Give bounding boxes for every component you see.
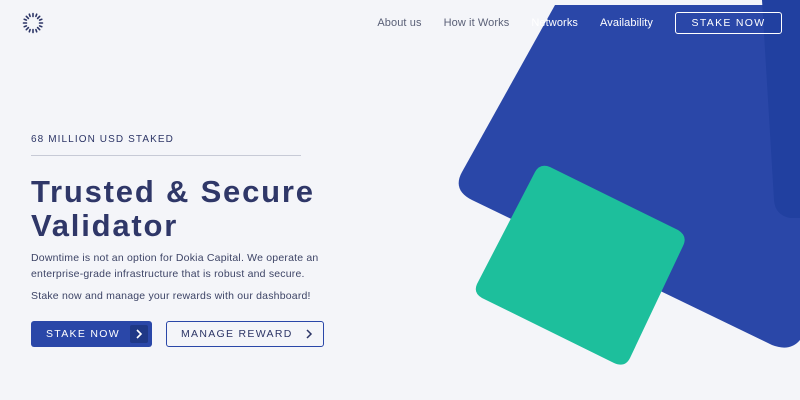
staked-amount-eyebrow: 68 MILLION USD STAKED	[31, 134, 174, 145]
nav-networks-link[interactable]: Networks	[531, 17, 578, 29]
landing-page: About us How it Works Networks Availabil…	[0, 0, 800, 400]
chevron-right-icon	[306, 329, 313, 339]
nav-how-it-works-link[interactable]: How it Works	[444, 17, 510, 29]
eyebrow-divider	[31, 155, 301, 156]
hero-description: Downtime is not an option for Dokia Capi…	[31, 252, 319, 280]
nav-about-link[interactable]: About us	[377, 17, 421, 29]
hero-title-line-2: Validator	[31, 208, 179, 243]
hero-subtext: Stake now and manage your rewards with o…	[31, 290, 311, 302]
main-nav: About us How it Works Networks Availabil…	[377, 12, 782, 34]
hero-title: Trusted & Secure Validator	[31, 175, 391, 243]
hero-title-line-1: Trusted & Secure	[31, 174, 315, 209]
sunburst-logo-icon[interactable]	[22, 12, 44, 34]
nav-availability-link[interactable]: Availability	[600, 17, 653, 29]
teal-square-shape	[475, 165, 685, 365]
manage-reward-label: MANAGE REWARD	[181, 328, 293, 340]
header-stake-now-button[interactable]: STAKE NOW	[675, 12, 782, 34]
chevron-right-icon	[130, 325, 148, 343]
stake-now-button[interactable]: STAKE NOW	[31, 321, 152, 347]
manage-reward-button[interactable]: MANAGE REWARD	[166, 321, 324, 347]
blue-diamond-shape	[458, 5, 800, 348]
stake-now-label: STAKE NOW	[46, 328, 120, 340]
